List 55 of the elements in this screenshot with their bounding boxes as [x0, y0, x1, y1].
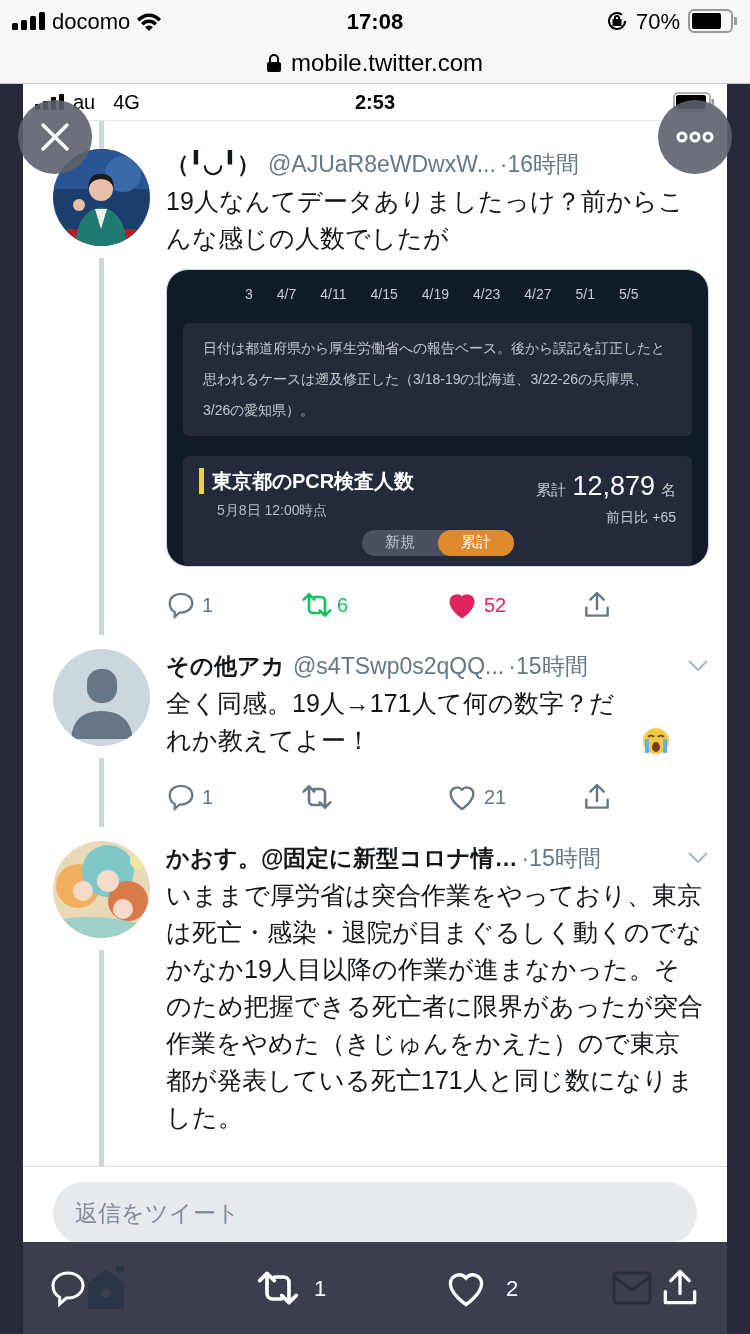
signal-icon: [12, 12, 46, 30]
like-count: 2: [506, 1274, 519, 1303]
carrier-name: au: [73, 90, 96, 115]
daily-change: 前日比 +65: [606, 507, 676, 527]
reply-input-field[interactable]: 返信をツイート: [53, 1182, 697, 1242]
like-count: 52: [484, 593, 507, 618]
toggle-tab[interactable]: 新規: [361, 529, 438, 556]
like-count: 21: [484, 785, 507, 810]
user-name[interactable]: （╹◡╹）: [166, 146, 260, 182]
user-name[interactable]: その他アカ: [166, 648, 285, 684]
crying-emoji-icon: [642, 727, 670, 755]
battery-percent: 70%: [635, 7, 680, 36]
tweet-time: ·16時間: [499, 149, 580, 179]
user-name[interactable]: かおす。@固定に新型コロナ情…: [166, 840, 518, 876]
axis-label: 4/27: [524, 285, 552, 304]
accent-bar: [199, 468, 204, 494]
battery-icon: [688, 9, 738, 33]
user-handle: @AJUaR8eWDwxW...: [268, 149, 496, 179]
tweet-text: いままで厚労省は突合作業をやっており、東京は死亡・感染・退院が目まぐるしく動くのでなかなか19人目以降の作業が進まなかった。そのため把握できる死亡者に限界があったが突合作業をやめた（きじゅんをかえた）ので東京都が発表している死亡171人と同じ数になりました。: [166, 880, 703, 1133]
retweet-count: 1: [314, 1274, 327, 1303]
reply-icon[interactable]: [166, 782, 196, 812]
tweet-time: ·15時間: [521, 843, 601, 873]
stat-title: 東京都のPCR検査人数: [212, 469, 415, 494]
reply-count: 1: [202, 593, 214, 618]
chart-note: 日付は都道府県から厚生労働省への報告ベース。後から誤記を訂正したと思われるケースは遡及修正した（3/18-19の北海道、3/22-26の兵庫県、3/26の愛知県）。: [203, 339, 666, 420]
carrier-name: docomo: [52, 7, 131, 36]
total-count: 12,879: [572, 470, 655, 503]
embedded-image[interactable]: 3 4/7 4/11 4/15 4/19 4/23 4/27 5/1 5/5 日付は都道府県から厚生労働省への報告ベース。後から誤記を訂正したと思われるケースは遡及修正した（3/18-19の北海道、3/22-26の兵庫県、3/26の愛知県）。 東京都のPCR検査人数 5月8日 12:00時点 累計 12,879 名 前日比 +65 新規 累計: [166, 269, 709, 567]
axis-label: 5/5: [618, 285, 639, 304]
tweet-time: ·15時間: [508, 651, 588, 681]
lock-icon: [266, 53, 281, 72]
axis-label: 4/23: [473, 285, 501, 304]
axis-label: 4/19: [421, 285, 449, 304]
more-icon: [676, 131, 714, 143]
wifi-icon: [136, 11, 163, 31]
reply-icon[interactable]: [166, 590, 196, 620]
stat-timestamp: 5月8日 12:00時点: [217, 501, 329, 520]
rotation-lock-icon: [605, 10, 628, 32]
axis-label: 4/11: [320, 285, 347, 304]
unit-label: 名: [661, 480, 676, 500]
reply-count: 1: [202, 785, 214, 810]
axis-label: 4/15: [370, 285, 398, 304]
tweet-text: 19人なんてデータありましたっけ？前からこんな感じの人数でしたが: [166, 186, 685, 254]
url-text[interactable]: mobile.twitter.com: [290, 44, 484, 81]
close-icon: [40, 122, 70, 152]
clock-time: 2:53: [355, 90, 395, 115]
axis-label: 3: [245, 285, 253, 304]
network-type: 4G: [113, 90, 140, 115]
retweet-count: 6: [337, 593, 349, 618]
total-label: 累計: [536, 480, 567, 500]
axis-label: 4/7: [276, 285, 297, 304]
user-handle: @s4TSwp0s2qQQ...: [293, 651, 505, 681]
tweet-text: 全く同感。19人→171人て何の数字？だれか教えてよー！: [166, 688, 616, 756]
axis-label: 5/1: [575, 285, 595, 304]
clock-time: 17:08: [346, 7, 404, 36]
